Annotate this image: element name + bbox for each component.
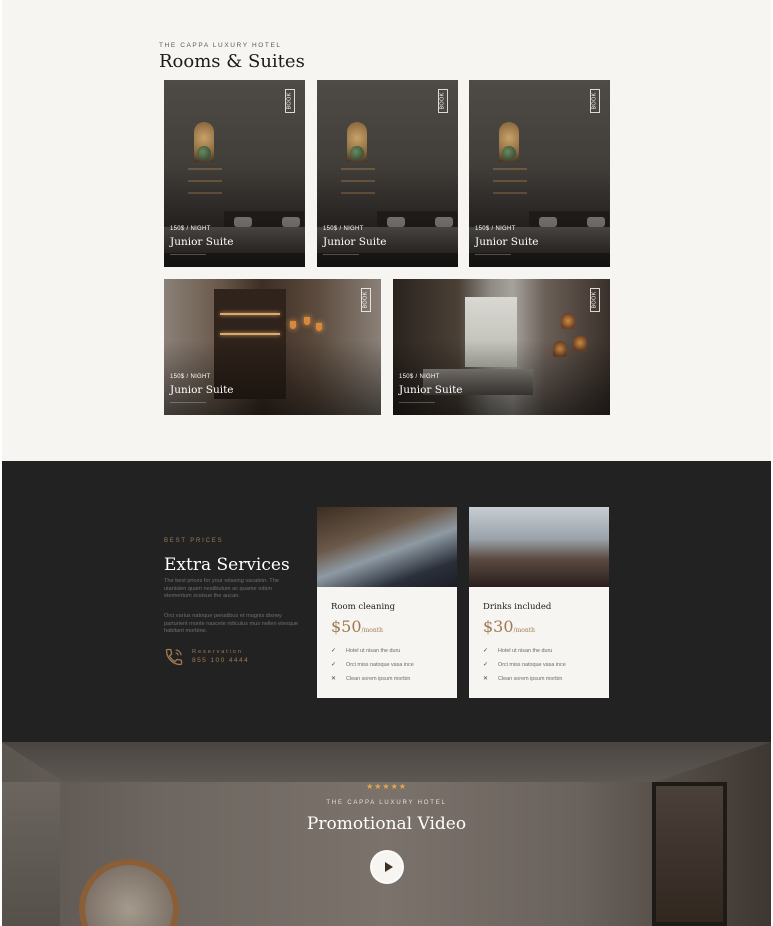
room-name[interactable]: Junior Suite (323, 236, 387, 248)
services-kicker: BEST PRICES (164, 538, 224, 544)
room-card[interactable]: BOOK 150$ / NIGHT Junior Suite (317, 80, 458, 267)
service-photo (469, 507, 609, 587)
room-name[interactable]: Junior Suite (170, 384, 234, 396)
divider (170, 402, 206, 403)
check-icon: ✓ (331, 648, 337, 654)
room-price: 150$ / NIGHT (170, 374, 211, 380)
feature-item: ✕ Clean sorem ipsum morbin (331, 675, 411, 683)
phone-icon (165, 648, 183, 666)
room-card[interactable]: BOOK 150$ / NIGHT Junior Suite (164, 80, 305, 267)
divider (399, 402, 435, 403)
divider (323, 254, 359, 255)
services-description-2: Orci varius natoque penatibus et magnis … (164, 613, 299, 635)
room-card[interactable]: BOOK 150$ / NIGHT Junior Suite (469, 80, 610, 267)
service-name: Drinks included (483, 602, 552, 612)
room-card[interactable]: BOOK 150$ / NIGHT Junior Suite (164, 279, 381, 415)
feature-item: ✕ Clean sorem ipsum morbin (483, 675, 563, 683)
page: THE CAPPA LUXURY HOTEL Rooms & Suites BO… (2, 0, 771, 926)
feature-item: ✓ Orci miss natoque vasa ince (331, 661, 414, 669)
room-price: 150$ / NIGHT (399, 374, 440, 380)
video-section: ★★★★★ THE CAPPA LUXURY HOTEL Promotional… (2, 742, 771, 926)
price-unit: /month (361, 627, 384, 634)
room-card[interactable]: BOOK 150$ / NIGHT Junior Suite (393, 279, 610, 415)
play-icon (384, 862, 393, 872)
check-icon: ✓ (483, 662, 489, 668)
room-name[interactable]: Junior Suite (170, 236, 234, 248)
service-photo (317, 507, 457, 587)
book-button[interactable]: BOOK (361, 288, 371, 312)
price-unit: /month (513, 627, 536, 634)
service-price: $50/month (331, 617, 384, 636)
background-photo (2, 742, 771, 782)
check-icon: ✓ (483, 648, 489, 654)
play-button[interactable] (370, 850, 404, 884)
room-name[interactable]: Junior Suite (475, 236, 539, 248)
service-name: Room cleaning (331, 602, 396, 612)
services-section: BEST PRICES Extra Services The best pric… (2, 461, 771, 742)
service-card[interactable]: Drinks included $30/month ✓ Hotel ut nisa… (469, 507, 609, 698)
book-button[interactable]: BOOK (285, 89, 295, 113)
service-card[interactable]: Room cleaning $50/month ✓ Hotel ut nisan … (317, 507, 457, 698)
room-name[interactable]: Junior Suite (399, 384, 463, 396)
room-price: 150$ / NIGHT (170, 226, 211, 232)
rooms-kicker: THE CAPPA LUXURY HOTEL (159, 42, 282, 49)
service-price: $30/month (483, 617, 536, 636)
divider (475, 254, 511, 255)
check-icon: ✓ (331, 662, 337, 668)
rooms-title: Rooms & Suites (159, 51, 305, 72)
book-button[interactable]: BOOK (590, 89, 600, 113)
video-kicker: THE CAPPA LUXURY HOTEL (326, 800, 447, 806)
room-price: 150$ / NIGHT (323, 226, 364, 232)
rooms-section: THE CAPPA LUXURY HOTEL Rooms & Suites BO… (2, 0, 771, 461)
room-price: 150$ / NIGHT (475, 226, 516, 232)
feature-item: ✓ Hotel ut nisan the duru (331, 647, 401, 655)
cross-icon: ✕ (483, 676, 489, 682)
services-title: Extra Services (164, 555, 290, 575)
reservation-label: Reservation (192, 649, 243, 655)
video-title: Promotional Video (306, 814, 467, 834)
book-button[interactable]: BOOK (590, 288, 600, 312)
services-description: The best prices for your relaxing vacati… (164, 578, 279, 600)
reservation-phone-link[interactable]: 855 100 4444 (192, 657, 249, 664)
cross-icon: ✕ (331, 676, 337, 682)
feature-item: ✓ Hotel ut nisan the duru (483, 647, 553, 655)
book-button[interactable]: BOOK (438, 89, 448, 113)
rating-stars-icon: ★★★★★ (366, 782, 407, 791)
feature-item: ✓ Orci miss natoque vasa ince (483, 661, 566, 669)
divider (170, 254, 206, 255)
